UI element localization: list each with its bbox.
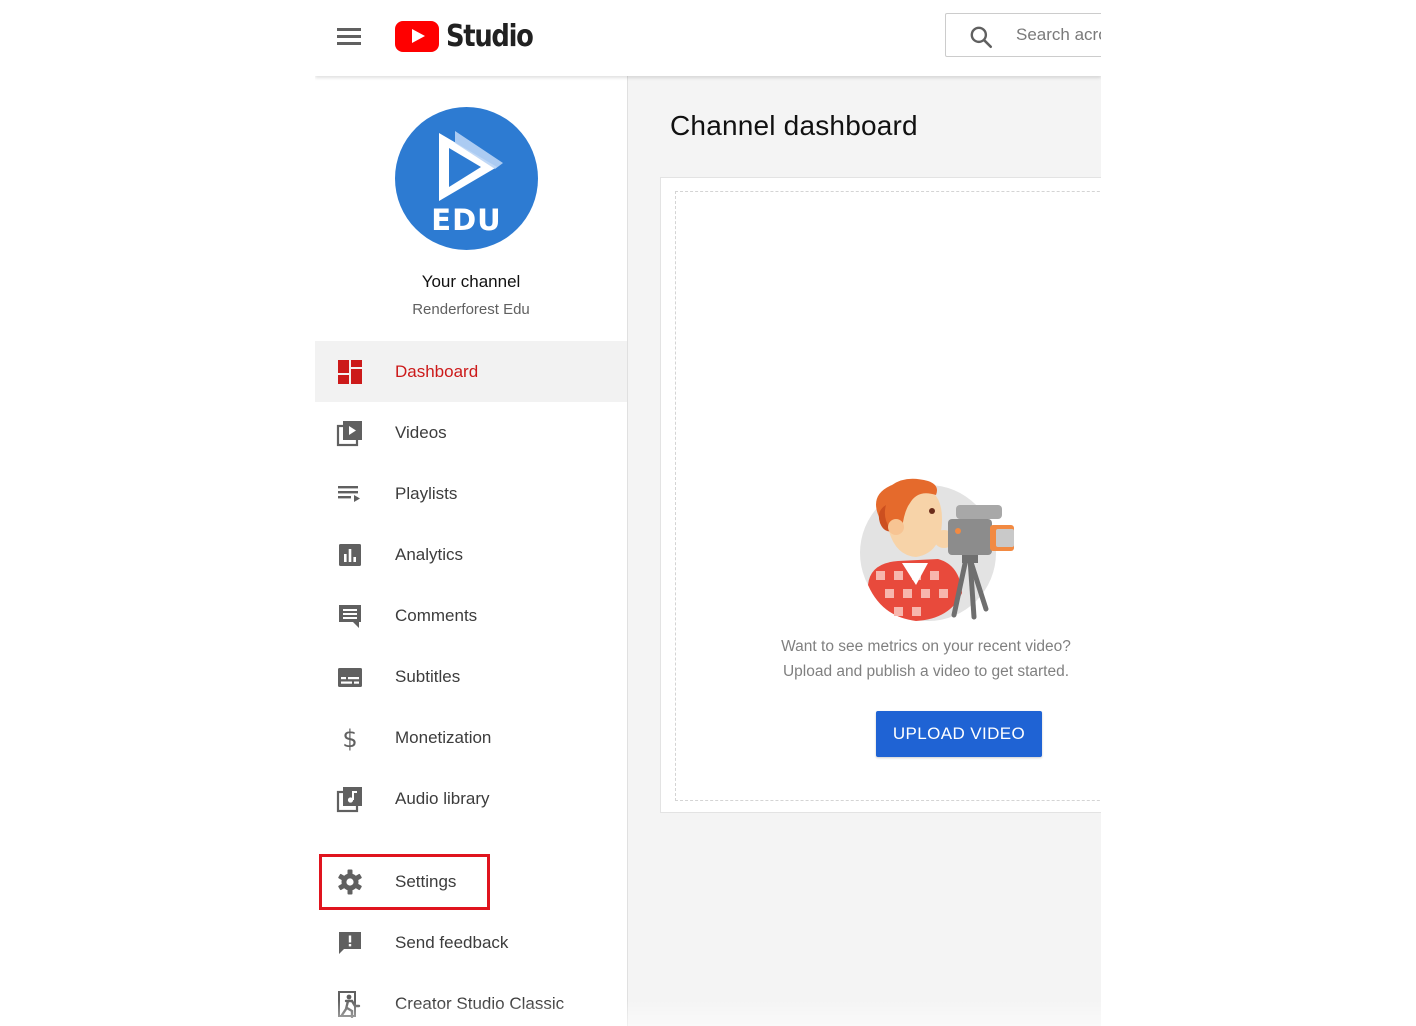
search-input[interactable] [1016, 22, 1101, 48]
youtube-play-icon [395, 20, 439, 52]
sidebar-item-label: Audio library [395, 788, 490, 808]
search-icon[interactable] [968, 24, 994, 50]
page-title: Channel dashboard [670, 110, 918, 141]
empty-state-line1: Want to see metrics on your recent video… [781, 638, 1071, 655]
main-content: Channel dashboard Want to see metrics on… [628, 76, 1101, 1026]
videographer-illustration [860, 478, 1014, 621]
channel-title[interactable]: Your channel [315, 272, 627, 292]
sidebar-item-audio-library[interactable]: Audio library [315, 768, 627, 829]
sidebar-item-dashboard[interactable]: Dashboard [315, 341, 627, 402]
svg-text:$: $ [342, 725, 357, 752]
sidebar-item-creator-studio-classic[interactable]: Creator Studio Classic [315, 973, 627, 1026]
sidebar-item-label: Comments [395, 605, 478, 625]
studio-logo[interactable]: Studio [395, 18, 547, 54]
sidebar-item-label: Send feedback [395, 932, 509, 952]
feedback-icon [339, 932, 361, 954]
comments-icon [339, 605, 361, 628]
search-box[interactable] [945, 13, 1101, 57]
sidebar-item-subtitles[interactable]: Subtitles [315, 646, 627, 707]
avatar-text: EDU [431, 203, 502, 237]
sidebar-item-comments[interactable]: Comments [315, 585, 627, 646]
exit-icon [338, 991, 361, 1018]
hamburger-menu-icon[interactable] [337, 24, 361, 48]
subtitles-icon [338, 668, 362, 687]
analytics-icon [339, 544, 361, 566]
sidebar-item-label: Settings [395, 871, 457, 891]
empty-state-area: Want to see metrics on your recent video… [675, 191, 1101, 801]
sidebar-item-label: Dashboard [395, 361, 479, 381]
sidebar-item-label: Creator Studio Classic [395, 993, 565, 1013]
dashboard-card: Want to see metrics on your recent video… [660, 177, 1101, 813]
sidebar-item-monetization[interactable]: $ Monetization [315, 707, 627, 768]
sidebar-item-label: Monetization [395, 727, 492, 747]
channel-avatar[interactable]: EDU [395, 107, 538, 250]
upload-video-button[interactable]: UPLOAD VIDEO [876, 711, 1042, 757]
gear-icon [338, 869, 362, 895]
sidebar-item-send-feedback[interactable]: Send feedback [315, 912, 627, 973]
videos-icon [336, 421, 362, 447]
sidebar-item-label: Analytics [395, 544, 464, 564]
empty-state-line2: Upload and publish a video to get starte… [782, 663, 1070, 680]
sidebar-item-videos[interactable]: Videos [315, 402, 627, 463]
sidebar-item-analytics[interactable]: Analytics [315, 524, 627, 585]
logo-text: Studio [446, 18, 534, 54]
sidebar-item-playlists[interactable]: Playlists [315, 463, 627, 524]
channel-name: Renderforest Edu [412, 301, 530, 318]
studio-frame: Studio EDU Your channel Renderforest Edu [315, 0, 1101, 1026]
audio-library-icon [336, 787, 362, 813]
dashboard-icon [338, 360, 362, 384]
sidebar-item-label: Videos [395, 422, 447, 442]
dollar-icon: $ [342, 725, 357, 752]
top-header: Studio [315, 0, 1101, 76]
sidebar-item-label: Playlists [395, 483, 458, 503]
sidebar: EDU Your channel Renderforest Edu Dashbo… [315, 76, 628, 1026]
sidebar-item-settings[interactable]: Settings [315, 851, 627, 912]
playlists-icon [338, 486, 360, 502]
sidebar-item-label: Subtitles [395, 666, 461, 686]
